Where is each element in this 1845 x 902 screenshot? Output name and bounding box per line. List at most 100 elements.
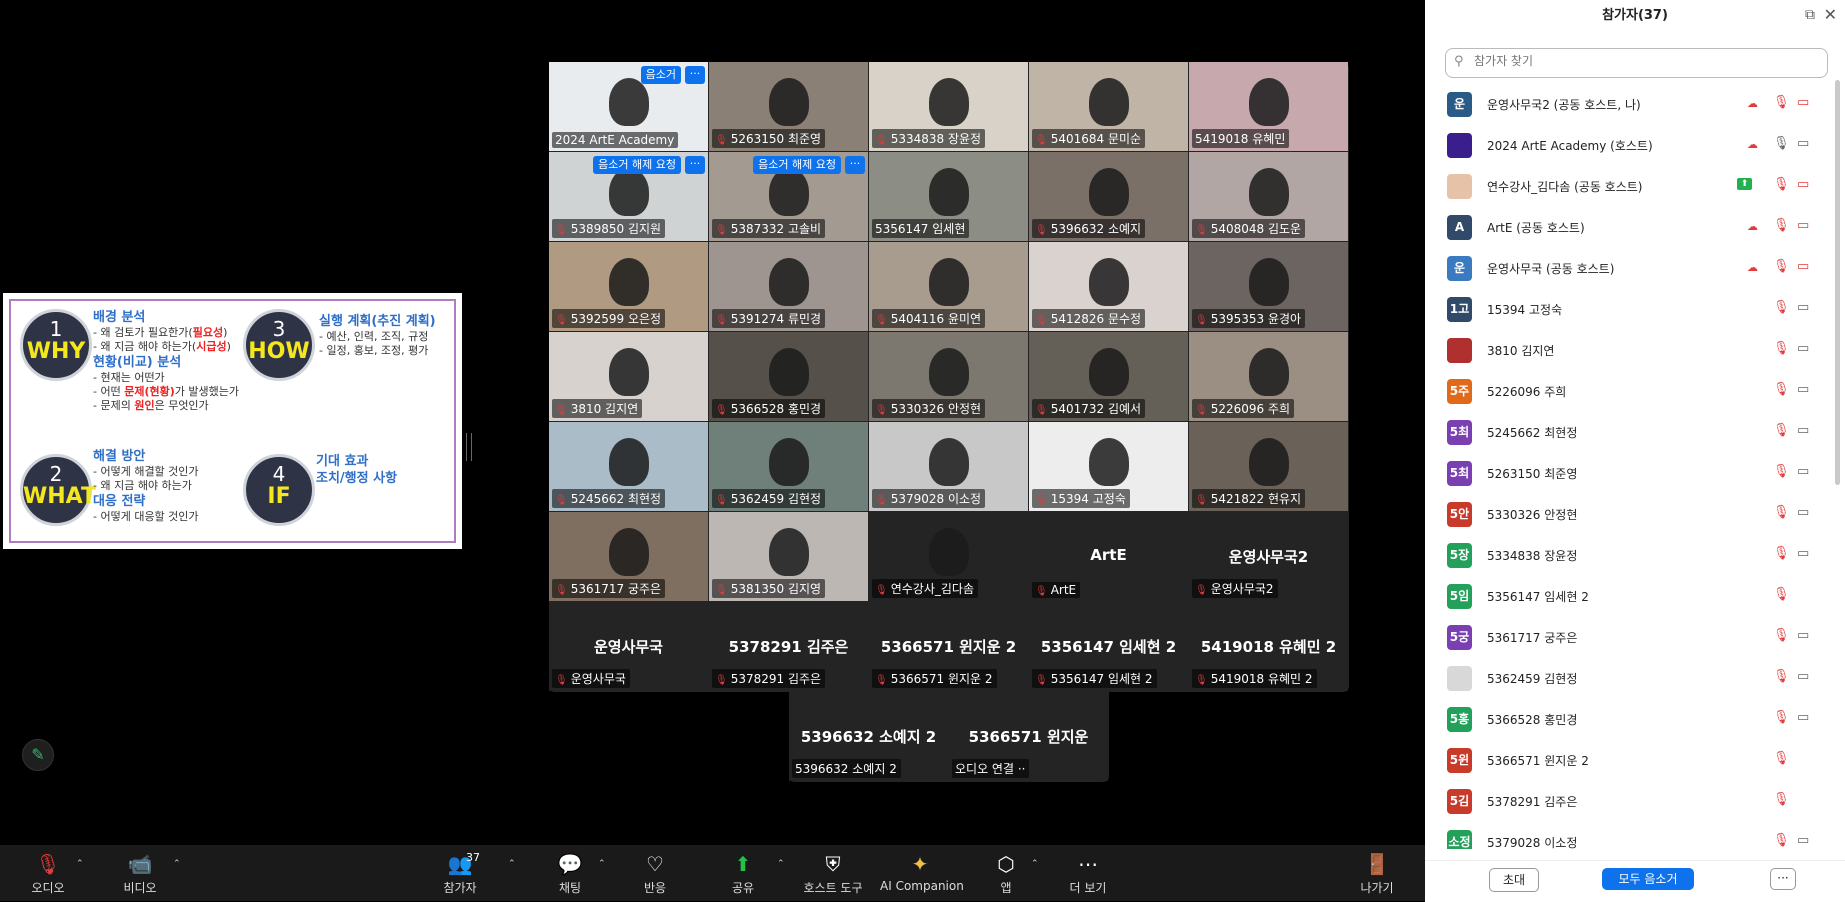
apps-caret[interactable]: ⌃ — [1031, 859, 1039, 869]
video-icon[interactable]: ▭ — [1797, 300, 1809, 315]
mic-muted-icon[interactable]: 🎙 — [1773, 833, 1790, 848]
video-tile[interactable]: 🎙 5381350 김지영 — [709, 512, 868, 601]
video-off-icon[interactable]: ▭ — [1797, 218, 1809, 233]
video-options-caret[interactable]: ⌃ — [173, 859, 181, 869]
video-tile[interactable]: 🎙 5362459 김현정 — [709, 422, 868, 511]
annotate-pencil-icon[interactable]: ✎ — [22, 739, 54, 771]
video-icon[interactable]: ▭ — [1797, 341, 1809, 356]
mic-muted-icon[interactable]: 🎙 — [1773, 300, 1790, 315]
video-tile[interactable]: 🎙 5391274 류민경 — [709, 242, 868, 331]
invite-button[interactable]: 초대 — [1489, 868, 1539, 892]
participant-row[interactable]: 소정 5379028 이소정 🎙 ▭ — [1425, 822, 1825, 849]
share-caret[interactable]: ⌃ — [777, 859, 785, 869]
video-icon[interactable]: ▭ — [1797, 546, 1809, 561]
video-icon[interactable]: ▭ — [1797, 710, 1809, 725]
search-input[interactable] — [1472, 53, 1816, 69]
participant-row[interactable]: 운 운영사무국 (공동 호스트) ☁ 🎙 ▭ — [1425, 248, 1825, 289]
video-tile[interactable]: 🎙 연수강사_김다솜 — [869, 512, 1028, 601]
video-off-icon[interactable]: ▭ — [1797, 177, 1809, 192]
panel-more-button[interactable]: ··· — [1770, 868, 1796, 890]
participant-row[interactable]: 연수강사_김다솜 (공동 호스트) ⬆ 🎙 ▭ — [1425, 166, 1825, 207]
mic-muted-icon[interactable]: 🎙 — [1773, 341, 1790, 356]
participant-row[interactable]: 3810 김지연 🎙 ▭ — [1425, 330, 1825, 371]
mic-icon[interactable]: 🎙 — [1773, 136, 1790, 151]
video-tile[interactable]: 🎙 5245662 최현정 — [549, 422, 708, 511]
video-tile[interactable]: 2024 ArtE Academy 음소거 ··· — [549, 62, 708, 151]
participant-row[interactable]: 5홍 5366528 홍민경 🎙 ▭ — [1425, 699, 1825, 740]
video-tile[interactable]: 🎙 5401684 문미순 — [1029, 62, 1188, 151]
video-tile[interactable]: 5419018 유혜민 2 🎙 5419018 유혜민 2 — [1189, 602, 1348, 691]
video-tile[interactable]: 🎙 5396632 소예지 — [1029, 152, 1188, 241]
video-tile[interactable]: 5356147 임세현 — [869, 152, 1028, 241]
mic-muted-icon[interactable]: 🎙 — [1773, 505, 1790, 520]
mic-muted-icon[interactable]: 🎙 — [1773, 628, 1790, 643]
participant-list-scrollbar[interactable] — [1835, 80, 1840, 485]
video-tile[interactable]: 🎙 5361717 궁주은 — [549, 512, 708, 601]
video-tile[interactable]: 운영사무국 🎙 운영사무국 — [549, 602, 708, 691]
participant-row[interactable]: 5장 5334838 장윤정 🎙 ▭ — [1425, 535, 1825, 576]
mic-muted-icon[interactable]: 🎙 — [1773, 669, 1790, 684]
video-tile[interactable]: 5396632 소예지 2 5396632 소예지 2 — [789, 692, 948, 781]
share-button[interactable]: ⬆ 공유 — [713, 851, 773, 896]
video-tile[interactable]: 🎙 5421822 현유지 — [1189, 422, 1348, 511]
video-tile[interactable]: 5356147 임세현 2 🎙 5356147 임세현 2 — [1029, 602, 1188, 691]
leave-button[interactable]: 🚪 나가기 — [1347, 851, 1407, 896]
more-button[interactable]: ⋯ 더 보기 — [1058, 851, 1118, 896]
video-tile[interactable]: 5366571 윈지운 2 🎙 5366571 윈지운 2 — [869, 602, 1028, 691]
video-tile[interactable]: 🎙 5401732 김예서 — [1029, 332, 1188, 421]
ai-companion-button[interactable]: ✦ AI Companion — [880, 851, 964, 893]
video-tile[interactable]: 🎙 5334838 장윤정 — [869, 62, 1028, 151]
mic-muted-icon[interactable]: 🎙 — [1773, 177, 1790, 192]
video-tile[interactable]: 5366571 윈지운 오디오 연결 ·· — [949, 692, 1108, 781]
chat-button[interactable]: 💬 채팅 — [540, 851, 600, 896]
participant-row[interactable]: 5최 5263150 최준영 🎙 ▭ — [1425, 453, 1825, 494]
audio-button[interactable]: 🎙 오디오 — [18, 851, 78, 896]
participant-row[interactable]: 5임 5356147 임세현 2 🎙 — [1425, 576, 1825, 617]
participant-row[interactable]: 5주 5226096 주희 🎙 ▭ — [1425, 371, 1825, 412]
popout-icon[interactable]: ⧉ — [1805, 7, 1815, 23]
tile-more-icon[interactable]: ··· — [685, 66, 705, 84]
mic-muted-icon[interactable]: 🎙 — [1773, 546, 1790, 561]
participant-row[interactable]: 5안 5330326 안정현 🎙 ▭ — [1425, 494, 1825, 535]
mic-muted-icon[interactable]: 🎙 — [1773, 751, 1790, 766]
mute-all-button[interactable]: 모두 음소거 — [1602, 868, 1694, 890]
video-tile[interactable]: 🎙 5366528 홍민경 — [709, 332, 868, 421]
video-tile[interactable]: 🎙 5330326 안정현 — [869, 332, 1028, 421]
video-tile[interactable]: 5419018 유혜민 — [1189, 62, 1348, 151]
participants-caret[interactable]: ⌃ — [508, 859, 516, 869]
mic-muted-icon[interactable]: 🎙 — [1773, 382, 1790, 397]
mic-muted-icon[interactable]: 🎙 — [1773, 464, 1790, 479]
video-tile[interactable]: 🎙 5395353 윤경아 — [1189, 242, 1348, 331]
participant-row[interactable]: 5김 5378291 김주은 🎙 — [1425, 781, 1825, 822]
video-tile[interactable]: 5378291 김주은 🎙 5378291 김주은 — [709, 602, 868, 691]
mic-muted-icon[interactable]: 🎙 — [1773, 423, 1790, 438]
video-icon[interactable]: ▭ — [1797, 464, 1809, 479]
mic-muted-icon[interactable]: 🎙 — [1773, 218, 1790, 233]
participants-button[interactable]: 👥 37 참가자 — [430, 851, 490, 896]
video-icon[interactable]: ▭ — [1797, 669, 1809, 684]
video-icon[interactable]: ▭ — [1797, 382, 1809, 397]
participant-search[interactable]: ⚲ — [1445, 48, 1828, 78]
tile-mute-button[interactable]: 음소거 — [640, 66, 681, 84]
mic-muted-icon[interactable]: 🎙 — [1773, 259, 1790, 274]
video-off-icon[interactable]: ▭ — [1797, 95, 1809, 110]
participant-row[interactable]: 5궁 5361717 궁주은 🎙 ▭ — [1425, 617, 1825, 658]
participant-row[interactable]: 1고 15394 고정숙 🎙 ▭ — [1425, 289, 1825, 330]
participant-row[interactable]: 2024 ArtE Academy (호스트) ☁ 🎙 ▭ — [1425, 125, 1825, 166]
close-icon[interactable]: ✕ — [1824, 5, 1837, 24]
video-tile[interactable]: 🎙 3810 김지연 — [549, 332, 708, 421]
host-tools-button[interactable]: ⛨ 호스트 도구 — [801, 851, 865, 896]
audio-options-caret[interactable]: ⌃ — [76, 859, 84, 869]
video-tile[interactable]: 🎙 5387332 고솔비 음소거 해제 요청 ··· — [709, 152, 868, 241]
video-tile[interactable]: 🎙 5226096 주희 — [1189, 332, 1348, 421]
mic-muted-icon[interactable]: 🎙 — [1773, 95, 1790, 110]
video-icon[interactable]: ▭ — [1797, 505, 1809, 520]
participant-row[interactable]: 운 운영사무국2 (공동 호스트, 나) ☁ 🎙 ▭ — [1425, 84, 1825, 125]
participant-row[interactable]: 5최 5245662 최현정 🎙 ▭ — [1425, 412, 1825, 453]
video-tile[interactable]: 🎙 5408048 김도운 — [1189, 152, 1348, 241]
tile-more-icon[interactable]: ··· — [845, 156, 865, 174]
participant-row[interactable]: 5362459 김현정 🎙 ▭ — [1425, 658, 1825, 699]
participant-row[interactable]: 5윈 5366571 윈지운 2 🎙 — [1425, 740, 1825, 781]
video-tile[interactable]: 🎙 5412826 문수정 — [1029, 242, 1188, 331]
split-view-divider[interactable] — [466, 433, 472, 461]
